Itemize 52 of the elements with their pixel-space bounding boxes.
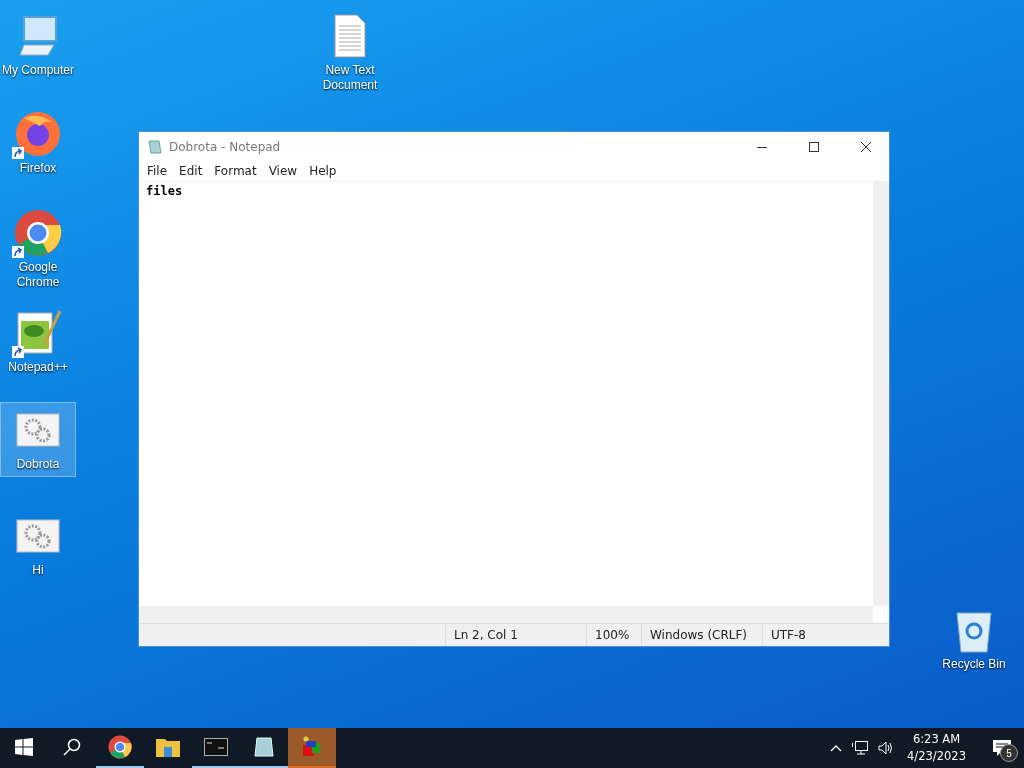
program-gears-icon: [16, 519, 60, 553]
speaker-icon[interactable]: [878, 741, 895, 755]
desktop-icon-label: New Text Document: [321, 63, 379, 93]
text-content: files: [145, 183, 184, 200]
close-icon: [861, 141, 871, 152]
desktop-icon-label: Recycle Bin: [942, 657, 1006, 672]
desktop-icon[interactable]: Recycle Bin: [936, 602, 1012, 677]
chevron-up-icon[interactable]: [830, 744, 843, 752]
notepad-icon: [253, 736, 275, 758]
window-title: Dobrota - Notepad: [169, 139, 281, 154]
desktop-icon-label: Firefox: [19, 161, 57, 176]
firefox-icon: [14, 110, 62, 158]
desktop-icon[interactable]: Hi: [0, 508, 76, 583]
menu-item[interactable]: View: [262, 164, 304, 178]
desktop-icon-label: Dobrota: [16, 457, 60, 472]
horizontal-scrollbar[interactable]: [139, 606, 873, 623]
vertical-scrollbar[interactable]: [873, 182, 889, 606]
notepad-plus-plus-icon: [14, 309, 62, 357]
menu-item[interactable]: Format: [208, 164, 263, 178]
console-icon: [204, 738, 228, 756]
desktop-icon[interactable]: Notepad++: [0, 305, 76, 380]
desktop-icon-label: My Computer: [2, 63, 74, 78]
clock-date: 4/23/2023: [907, 748, 966, 765]
status-bar-field: Ln 2, Col 1: [445, 624, 586, 646]
clock-time: 6:23 AM: [912, 731, 961, 748]
notepad-icon: [147, 138, 163, 155]
text-file-icon: [333, 14, 367, 58]
program-gears-icon: [16, 413, 60, 447]
folder-icon: [156, 737, 180, 757]
status-bar-field: UTF-8: [762, 624, 875, 646]
desktop-icon[interactable]: Google Chrome: [0, 205, 76, 295]
desktop-icon-label: Notepad++: [8, 360, 68, 375]
desktop-icon[interactable]: New Text Document: [312, 8, 388, 98]
notification-count-badge: 5: [1000, 744, 1018, 762]
menu-item[interactable]: Edit: [173, 164, 209, 178]
status-bar-field: Windows (CRLF): [641, 624, 762, 646]
chrome-icon: [14, 209, 62, 257]
desktop-icon[interactable]: Firefox: [0, 106, 76, 181]
maximize-icon: [809, 141, 819, 152]
menu-item[interactable]: Help: [303, 164, 343, 178]
search-icon: [63, 738, 81, 756]
desktop-icon[interactable]: Dobrota: [0, 402, 76, 477]
desktop-icon[interactable]: My Computer: [0, 8, 76, 83]
menu-item[interactable]: File: [141, 164, 174, 178]
desktop-icon-label: Google Chrome: [15, 260, 61, 290]
windows-logo-icon: [15, 738, 33, 756]
status-bar-field: 100%: [586, 624, 641, 646]
computer-icon: [16, 15, 60, 57]
desktop-icon-label: Hi: [32, 563, 44, 578]
notification-button[interactable]: 5: [980, 728, 1024, 768]
chrome-icon: [108, 735, 132, 759]
network-icon[interactable]: [852, 741, 869, 755]
